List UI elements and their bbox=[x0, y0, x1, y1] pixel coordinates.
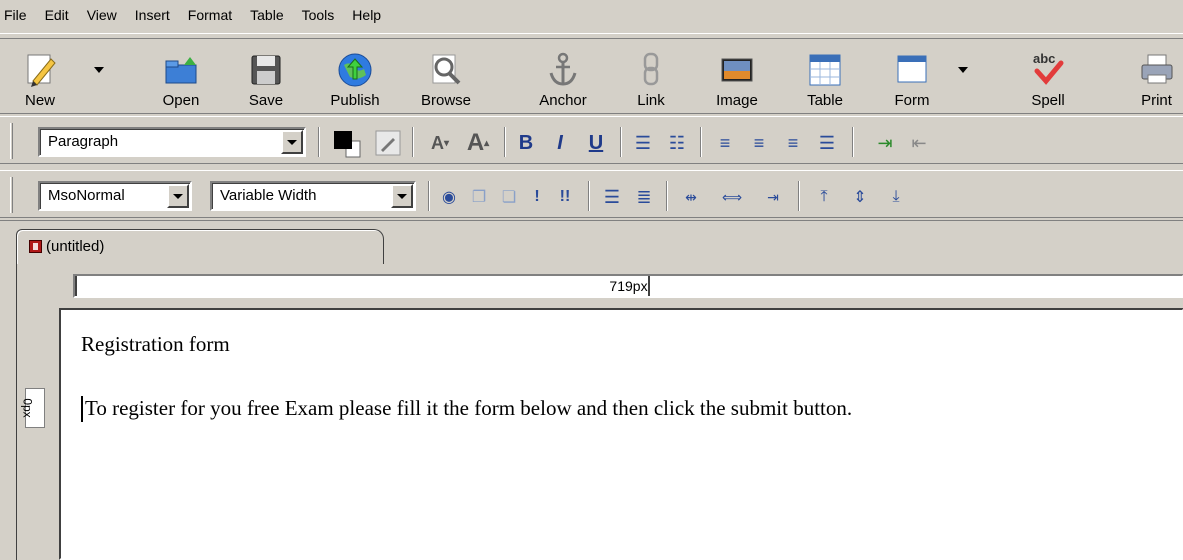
publish-button[interactable]: Publish bbox=[318, 43, 392, 113]
separator bbox=[798, 181, 800, 211]
save-disk-icon bbox=[251, 55, 281, 85]
link-chain-icon bbox=[643, 52, 659, 86]
spell-button[interactable]: abc Spell bbox=[1016, 43, 1080, 113]
separator bbox=[428, 181, 430, 211]
separator bbox=[588, 181, 590, 211]
single-important-icon[interactable]: ! bbox=[526, 183, 548, 211]
class-select[interactable]: MsoNormal bbox=[38, 181, 192, 211]
publish-globe-icon bbox=[338, 53, 372, 87]
format-toolbar: Paragraph A ▾ A ▴ B I U ☰ ☷ ≡ ≡ ≡ ☰ ⇥ ⇤ bbox=[0, 116, 1183, 164]
group-icon[interactable]: ❏ bbox=[496, 183, 522, 211]
style-toolbar: MsoNormal Variable Width ◉ ❐ ❏ ! !! ☰ ≣ … bbox=[0, 170, 1183, 218]
paragraph-style-dropdown-icon[interactable] bbox=[281, 130, 303, 154]
menu-tools[interactable]: Tools bbox=[296, 6, 341, 24]
form-button[interactable]: Form bbox=[884, 43, 940, 113]
tab-untitled[interactable]: (untitled) bbox=[16, 229, 384, 265]
valign-top-icon[interactable]: ⤒ bbox=[810, 183, 838, 211]
separator bbox=[412, 127, 414, 157]
layer-icon[interactable]: ❐ bbox=[466, 183, 492, 211]
fit-width-icon[interactable]: ⟺ bbox=[712, 183, 752, 211]
valign-bottom-icon[interactable]: ⤓ bbox=[882, 183, 910, 211]
align-right-icon[interactable]: ≡ bbox=[778, 129, 808, 157]
form-dropdown-arrow[interactable] bbox=[958, 67, 968, 73]
double-important-icon[interactable]: !! bbox=[550, 183, 580, 211]
new-button[interactable]: New bbox=[14, 43, 66, 113]
form-window-icon bbox=[897, 55, 927, 83]
separator bbox=[620, 127, 622, 157]
toolbar-grip[interactable] bbox=[10, 177, 13, 213]
browse-button[interactable]: Browse bbox=[410, 43, 482, 113]
menu-view[interactable]: View bbox=[81, 6, 123, 24]
indent-icon[interactable]: ⇥ bbox=[870, 129, 900, 157]
separator bbox=[666, 181, 668, 211]
menu-help[interactable]: Help bbox=[346, 6, 387, 24]
menu-insert[interactable]: Insert bbox=[129, 6, 176, 24]
save-button[interactable]: Save bbox=[236, 43, 296, 113]
width-mode-select[interactable]: Variable Width bbox=[210, 181, 416, 211]
anchor-icon bbox=[549, 52, 577, 86]
table-button[interactable]: Table bbox=[794, 43, 856, 113]
outdent-icon[interactable]: ⇤ bbox=[904, 129, 934, 157]
align-center-icon[interactable]: ≡ bbox=[744, 129, 774, 157]
table-grid-icon bbox=[809, 54, 841, 86]
expand-width-icon[interactable]: ⇹ bbox=[674, 183, 708, 211]
separator bbox=[700, 127, 702, 157]
browse-magnifier-icon bbox=[432, 54, 461, 85]
separator bbox=[318, 127, 320, 157]
menu-bar: File Edit View Insert Format Table Tools… bbox=[0, 0, 1183, 34]
document-page[interactable]: Registration form To register for you fr… bbox=[59, 308, 1183, 560]
menu-edit[interactable]: Edit bbox=[39, 6, 75, 24]
vertical-ruler: 0px bbox=[21, 388, 45, 428]
text-color-icon[interactable] bbox=[332, 129, 372, 159]
menu-file[interactable]: File bbox=[0, 6, 33, 24]
paragraph-style-select[interactable]: Paragraph bbox=[38, 127, 306, 157]
document-modified-icon bbox=[29, 240, 42, 253]
printer-icon bbox=[1141, 54, 1172, 84]
editor-frame: 719px 0px Registration form To register … bbox=[16, 264, 1183, 560]
align-left-icon[interactable]: ≡ bbox=[710, 129, 740, 157]
separator bbox=[852, 127, 854, 157]
bullet-list-icon[interactable]: ☷ bbox=[662, 129, 692, 157]
open-button[interactable]: Open bbox=[150, 43, 212, 113]
decrease-font-icon[interactable]: A ▾ bbox=[424, 129, 456, 157]
line-spacing-icon[interactable]: ☰ bbox=[598, 183, 626, 211]
object-icon[interactable]: ◉ bbox=[436, 183, 462, 211]
valign-middle-icon[interactable]: ⇕ bbox=[846, 183, 874, 211]
highlight-pen-icon[interactable] bbox=[374, 129, 402, 157]
menu-format[interactable]: Format bbox=[182, 6, 238, 24]
print-button[interactable]: Print bbox=[1130, 43, 1183, 113]
shrink-width-icon[interactable]: ⇥ bbox=[756, 183, 790, 211]
anchor-button[interactable]: Anchor bbox=[528, 43, 598, 113]
document-heading[interactable]: Registration form bbox=[81, 332, 230, 357]
new-dropdown-arrow[interactable] bbox=[94, 67, 104, 73]
increase-font-icon[interactable]: A ▴ bbox=[460, 129, 496, 157]
underline-button[interactable]: U bbox=[582, 129, 610, 157]
link-button[interactable]: Link bbox=[626, 43, 676, 113]
class-dropdown-icon[interactable] bbox=[167, 184, 189, 208]
document-paragraph[interactable]: To register for you free Exam please fil… bbox=[85, 396, 852, 421]
paragraph-spacing-icon[interactable]: ≣ bbox=[630, 183, 658, 211]
toolbar-grip[interactable] bbox=[10, 123, 13, 159]
image-button[interactable]: Image bbox=[706, 43, 768, 113]
menu-table[interactable]: Table bbox=[244, 6, 289, 24]
spell-check-icon: abc bbox=[1029, 51, 1067, 89]
italic-button[interactable]: I bbox=[546, 129, 574, 157]
horizontal-ruler: 719px bbox=[73, 274, 1183, 298]
new-document-icon bbox=[27, 54, 56, 87]
numbered-list-icon[interactable]: ☰ bbox=[628, 129, 658, 157]
main-toolbar: New Open Save Publish Browse Anchor Link… bbox=[0, 38, 1183, 114]
image-picture-icon bbox=[721, 58, 753, 82]
open-folder-icon bbox=[165, 57, 197, 84]
separator bbox=[504, 127, 506, 157]
bold-button[interactable]: B bbox=[512, 129, 540, 157]
text-caret bbox=[81, 396, 83, 422]
width-mode-dropdown-icon[interactable] bbox=[391, 184, 413, 208]
document-tab-strip: (untitled) bbox=[0, 220, 1183, 265]
justify-icon[interactable]: ☰ bbox=[812, 129, 842, 157]
